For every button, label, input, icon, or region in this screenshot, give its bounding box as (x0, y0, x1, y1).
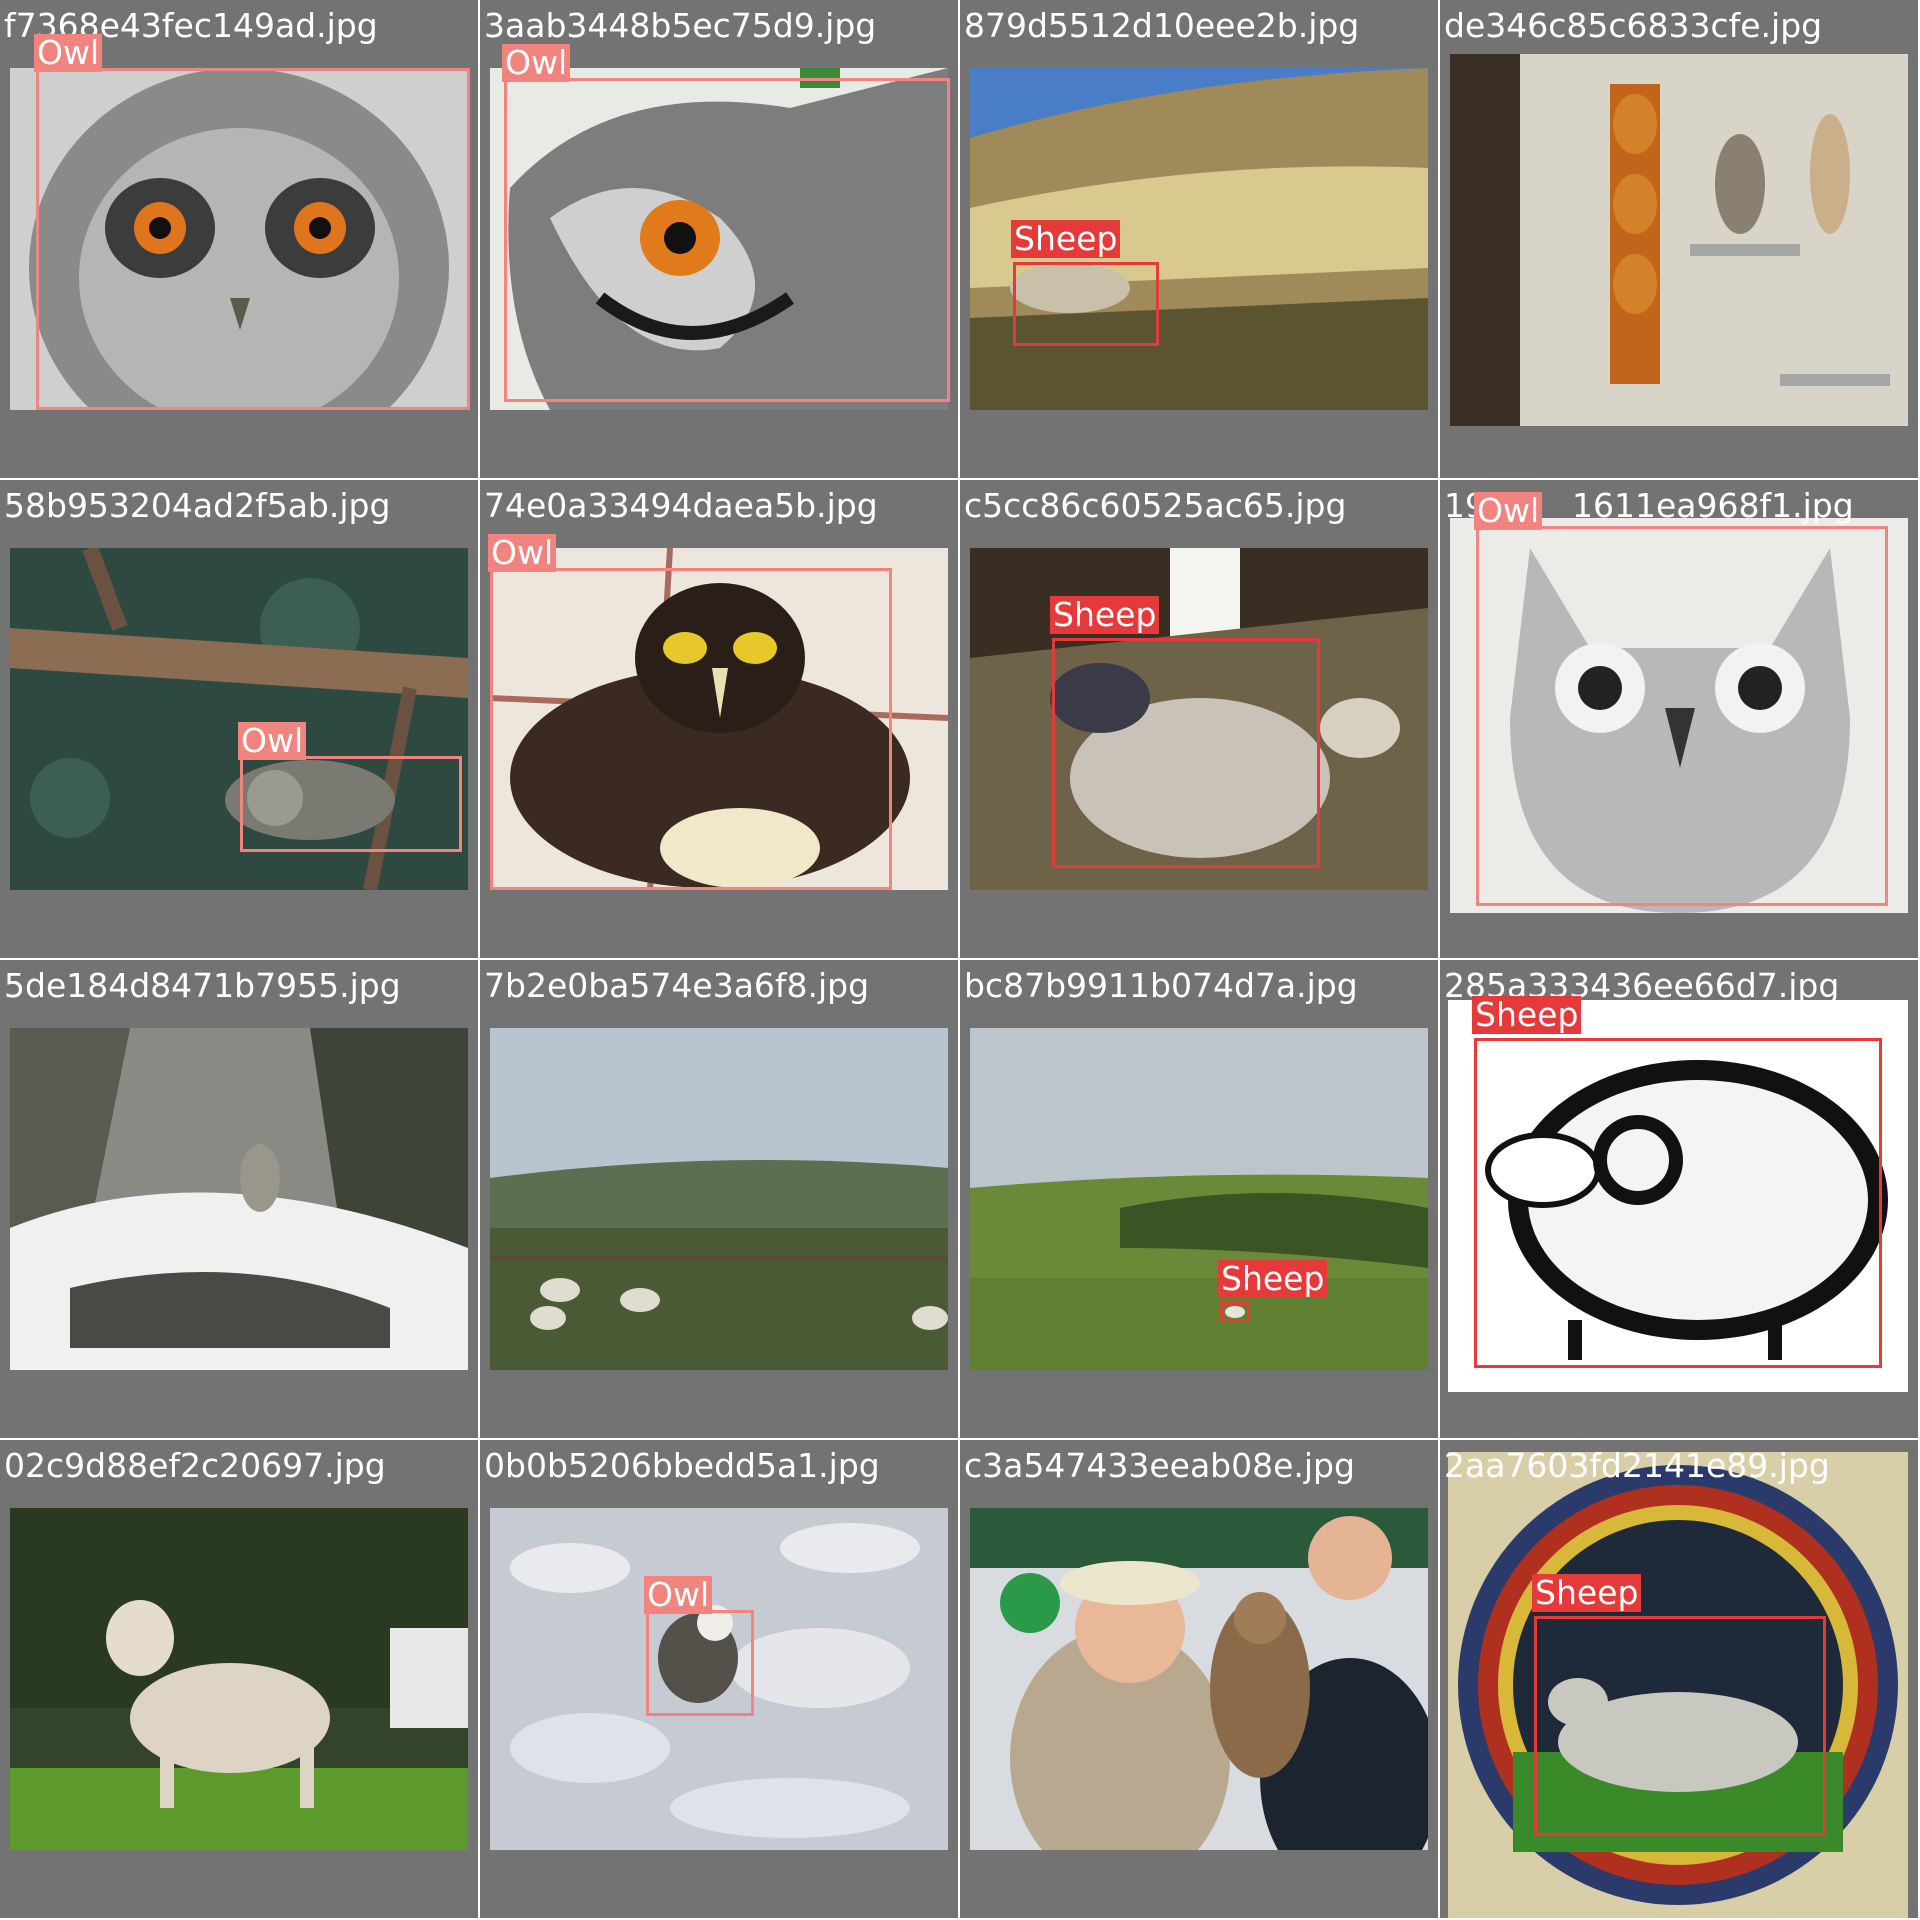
grid-cell[interactable]: 2aa7603fd2141e89.jpg Sheep (1440, 1440, 1920, 1920)
bounding-box-sheep (1220, 1302, 1250, 1322)
box-label-owl: Owl (238, 722, 307, 760)
box-label-owl: Owl (1474, 492, 1543, 530)
filename-label: 5de184d8471b7955.jpg (4, 966, 401, 1005)
grid-cell[interactable]: Sheep bc87b9911b074d7a.jpg (960, 960, 1440, 1440)
box-label-owl: Owl (34, 34, 103, 72)
filename-label: 0b0b5206bbedd5a1.jpg (484, 1446, 880, 1485)
filename-suffix: 1611ea968f1.jpg (1572, 486, 1854, 525)
people-with-owl-photo (970, 1508, 1428, 1850)
filename-label: 879d5512d10eee2b.jpg (964, 6, 1360, 45)
grid-cell[interactable]: 5de184d8471b7955.jpg (0, 960, 480, 1440)
grid-cell[interactable]: Owl 58b953204ad2f5ab.jpg (0, 480, 480, 960)
bounding-box-owl (490, 568, 892, 890)
filename-label: 74e0a33494daea5b.jpg (484, 486, 878, 525)
bounding-box-sheep (1534, 1616, 1826, 1836)
box-label-sheep: Sheep (1532, 1574, 1642, 1612)
box-label-owl: Owl (502, 44, 571, 82)
filename-label: 7b2e0ba574e3a6f8.jpg (484, 966, 870, 1005)
bounding-box-sheep (1474, 1038, 1882, 1368)
grid-cell[interactable]: Owl 74e0a33494daea5b.jpg (480, 480, 960, 960)
grid-cell[interactable]: 02c9d88ef2c20697.jpg (0, 1440, 480, 1920)
grid-cell[interactable]: c3a547433eeab08e.jpg (960, 1440, 1440, 1920)
filename-label: de346c85c6833cfe.jpg (1444, 6, 1823, 45)
filename-label: c3a547433eeab08e.jpg (964, 1446, 1355, 1485)
box-label-sheep: Sheep (1011, 220, 1121, 258)
box-label-owl: Owl (488, 534, 557, 572)
snowy-owl-forest-photo (10, 1028, 468, 1370)
filename-label: c5cc86c60525ac65.jpg (964, 486, 1347, 525)
bounding-box-owl (36, 68, 470, 410)
grid-cell[interactable]: Owl 3aab3448b5ec75d9.jpg (480, 0, 960, 480)
grid-cell[interactable]: Sheep c5cc86c60525ac65.jpg (960, 480, 1440, 960)
box-label-owl: Owl (644, 1576, 713, 1614)
pasture-sheep-photo (490, 1028, 948, 1370)
grid-cell[interactable]: Sheep 879d5512d10eee2b.jpg (960, 0, 1440, 480)
bounding-box-owl (1476, 526, 1888, 906)
filename-label: 2aa7603fd2141e89.jpg (1444, 1446, 1830, 1485)
filename-label: 3aab3448b5ec75d9.jpg (484, 6, 877, 45)
filename-label: 58b953204ad2f5ab.jpg (4, 486, 391, 525)
image-grid: Owl f7368e43fec149ad.jpg Owl 3aab3448b5e… (0, 0, 1920, 1920)
bounding-box-owl (504, 78, 950, 402)
bounding-box-owl (240, 756, 462, 852)
box-label-sheep: Sheep (1218, 1260, 1328, 1298)
bounding-box-owl (646, 1610, 754, 1716)
bounding-box-sheep (1013, 262, 1159, 346)
lamb-photo (10, 1508, 468, 1850)
filename-label: 02c9d88ef2c20697.jpg (4, 1446, 386, 1485)
green-field-sheep-photo (970, 1028, 1428, 1370)
grid-cell[interactable]: 285a333436ee66d7.jpg Sheep (1440, 960, 1920, 1440)
grid-cell[interactable]: 7b2e0ba574e3a6f8.jpg (480, 960, 960, 1440)
box-label-sheep: Sheep (1050, 596, 1160, 634)
filename-label: bc87b9911b074d7a.jpg (964, 966, 1358, 1005)
grid-cell[interactable]: 19 1611ea968f1.jpg Owl (1440, 480, 1920, 960)
grid-cell[interactable]: de346c85c6833cfe.jpg (1440, 0, 1920, 480)
bounding-box-sheep (1052, 638, 1320, 868)
carved-figures-shelf-photo (1450, 54, 1908, 426)
grid-cell[interactable]: Owl f7368e43fec149ad.jpg (0, 0, 480, 480)
box-label-sheep: Sheep (1472, 996, 1582, 1034)
grid-cell[interactable]: Owl 0b0b5206bbedd5a1.jpg (480, 1440, 960, 1920)
